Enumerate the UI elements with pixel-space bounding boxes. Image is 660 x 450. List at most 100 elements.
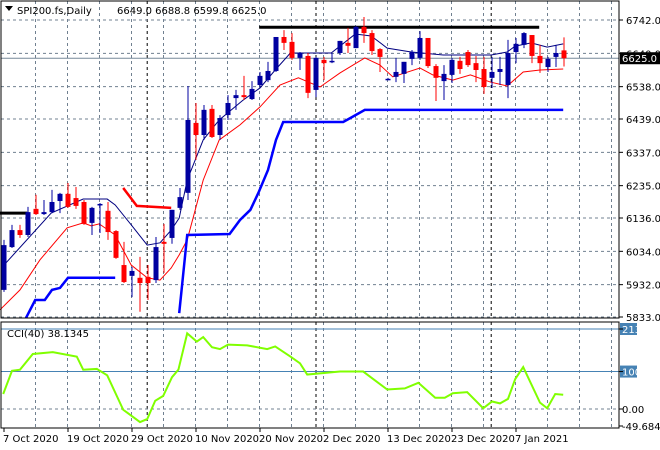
candle	[145, 265, 151, 301]
candle-body	[521, 33, 527, 45]
candle-body	[201, 109, 207, 136]
candle	[441, 65, 447, 101]
candle	[385, 77, 391, 81]
candle-body	[481, 69, 487, 87]
candle	[17, 224, 23, 238]
fast-moving-average-line	[3, 33, 564, 266]
candle	[377, 48, 383, 72]
main-panel-border	[0, 0, 620, 319]
candle	[289, 33, 295, 60]
candle-body	[225, 102, 231, 116]
symbol-label: SPI200.fs,Daily	[17, 6, 92, 17]
candle-body	[353, 26, 359, 49]
candle-body	[377, 49, 383, 57]
candle-body	[393, 71, 399, 77]
candle	[281, 30, 287, 51]
candle-body	[425, 37, 431, 67]
cci-panel	[1, 328, 619, 424]
candle	[249, 81, 255, 101]
candle-body	[169, 209, 175, 238]
candle	[25, 206, 31, 237]
candle	[505, 39, 511, 99]
candle-body	[361, 26, 367, 34]
candle	[497, 56, 503, 86]
candle-body	[161, 241, 167, 244]
candle-body	[433, 66, 439, 78]
price-tick-label: 6742.0	[626, 16, 660, 27]
candle	[113, 230, 119, 259]
candles	[1, 17, 567, 312]
date-tick-label: 2 Dec 2020	[323, 434, 381, 445]
candle	[49, 189, 55, 214]
candle	[257, 71, 263, 87]
candle	[177, 187, 183, 210]
date-tick-label: 29 Oct 2020	[131, 434, 193, 445]
price-tick-label: 6235.0	[626, 182, 660, 193]
candle-body	[297, 53, 303, 58]
candle-body	[233, 95, 239, 99]
candle-body	[1, 245, 7, 290]
price-tick-label: 6538.0	[626, 83, 660, 94]
collapse-triangle-icon[interactable]	[5, 6, 13, 11]
date-tick-label: 19 Oct 2020	[67, 434, 129, 445]
slow-moving-average-line	[0, 57, 564, 311]
candle	[313, 56, 319, 98]
candle-body	[505, 53, 511, 86]
candle	[401, 61, 407, 84]
candle-body	[49, 201, 55, 213]
candle-body	[145, 276, 151, 284]
candle-body	[369, 33, 375, 52]
candle	[217, 115, 223, 140]
resistance-trail-line	[122, 187, 172, 210]
candle-body	[153, 247, 159, 281]
candle	[81, 200, 87, 225]
date-tick-label: 23 Dec 2020	[451, 434, 515, 445]
date-tick-label: 7 Jan 2021	[515, 434, 569, 445]
candle	[9, 224, 15, 249]
date-tick-label: 7 Oct 2020	[3, 434, 58, 445]
price-chart[interactable]: 6742.06640.06538.06439.06337.06235.06136…	[0, 0, 660, 450]
date-tick-label: 10 Nov 2020	[195, 434, 259, 445]
date-tick-label: 13 Dec 2020	[387, 434, 451, 445]
candle-body	[65, 193, 71, 207]
candle	[73, 186, 79, 209]
candle-body	[465, 52, 471, 66]
date-tick-label: 20 Nov 2020	[259, 434, 323, 445]
candle-body	[385, 78, 391, 81]
candle-body	[545, 58, 551, 68]
candle-body	[33, 208, 39, 215]
candle-body	[553, 53, 559, 57]
candle-body	[97, 203, 103, 206]
candle	[129, 267, 135, 298]
candle	[305, 53, 311, 99]
candle-body	[497, 69, 503, 72]
candle-body	[313, 57, 319, 90]
candle	[473, 55, 479, 83]
trading-chart-window: 6742.06640.06538.06439.06337.06235.06136…	[0, 0, 660, 450]
candle-body	[345, 42, 351, 46]
candle-body	[473, 63, 479, 70]
candle-body	[193, 122, 199, 136]
candle	[369, 30, 375, 55]
candle-body	[57, 193, 63, 202]
candle-body	[513, 43, 519, 53]
candle-body	[441, 73, 447, 82]
candle-body	[257, 75, 263, 86]
cci-label: CCI(40) 38.1345	[7, 329, 89, 340]
candle-body	[289, 41, 295, 58]
candle	[209, 104, 215, 138]
candle-body	[273, 36, 279, 71]
candle-body	[409, 52, 415, 59]
candle-body	[177, 197, 183, 208]
price-tick-label: 6136.0	[626, 214, 660, 225]
cci-tick-label: 100	[622, 368, 641, 379]
candle	[169, 209, 175, 244]
candle-body	[81, 201, 87, 224]
candle	[457, 56, 463, 74]
candle	[241, 75, 247, 101]
candle	[105, 201, 111, 240]
candle-body	[17, 230, 23, 235]
candle	[265, 61, 271, 83]
candle	[89, 206, 95, 235]
candle-body	[185, 119, 191, 193]
